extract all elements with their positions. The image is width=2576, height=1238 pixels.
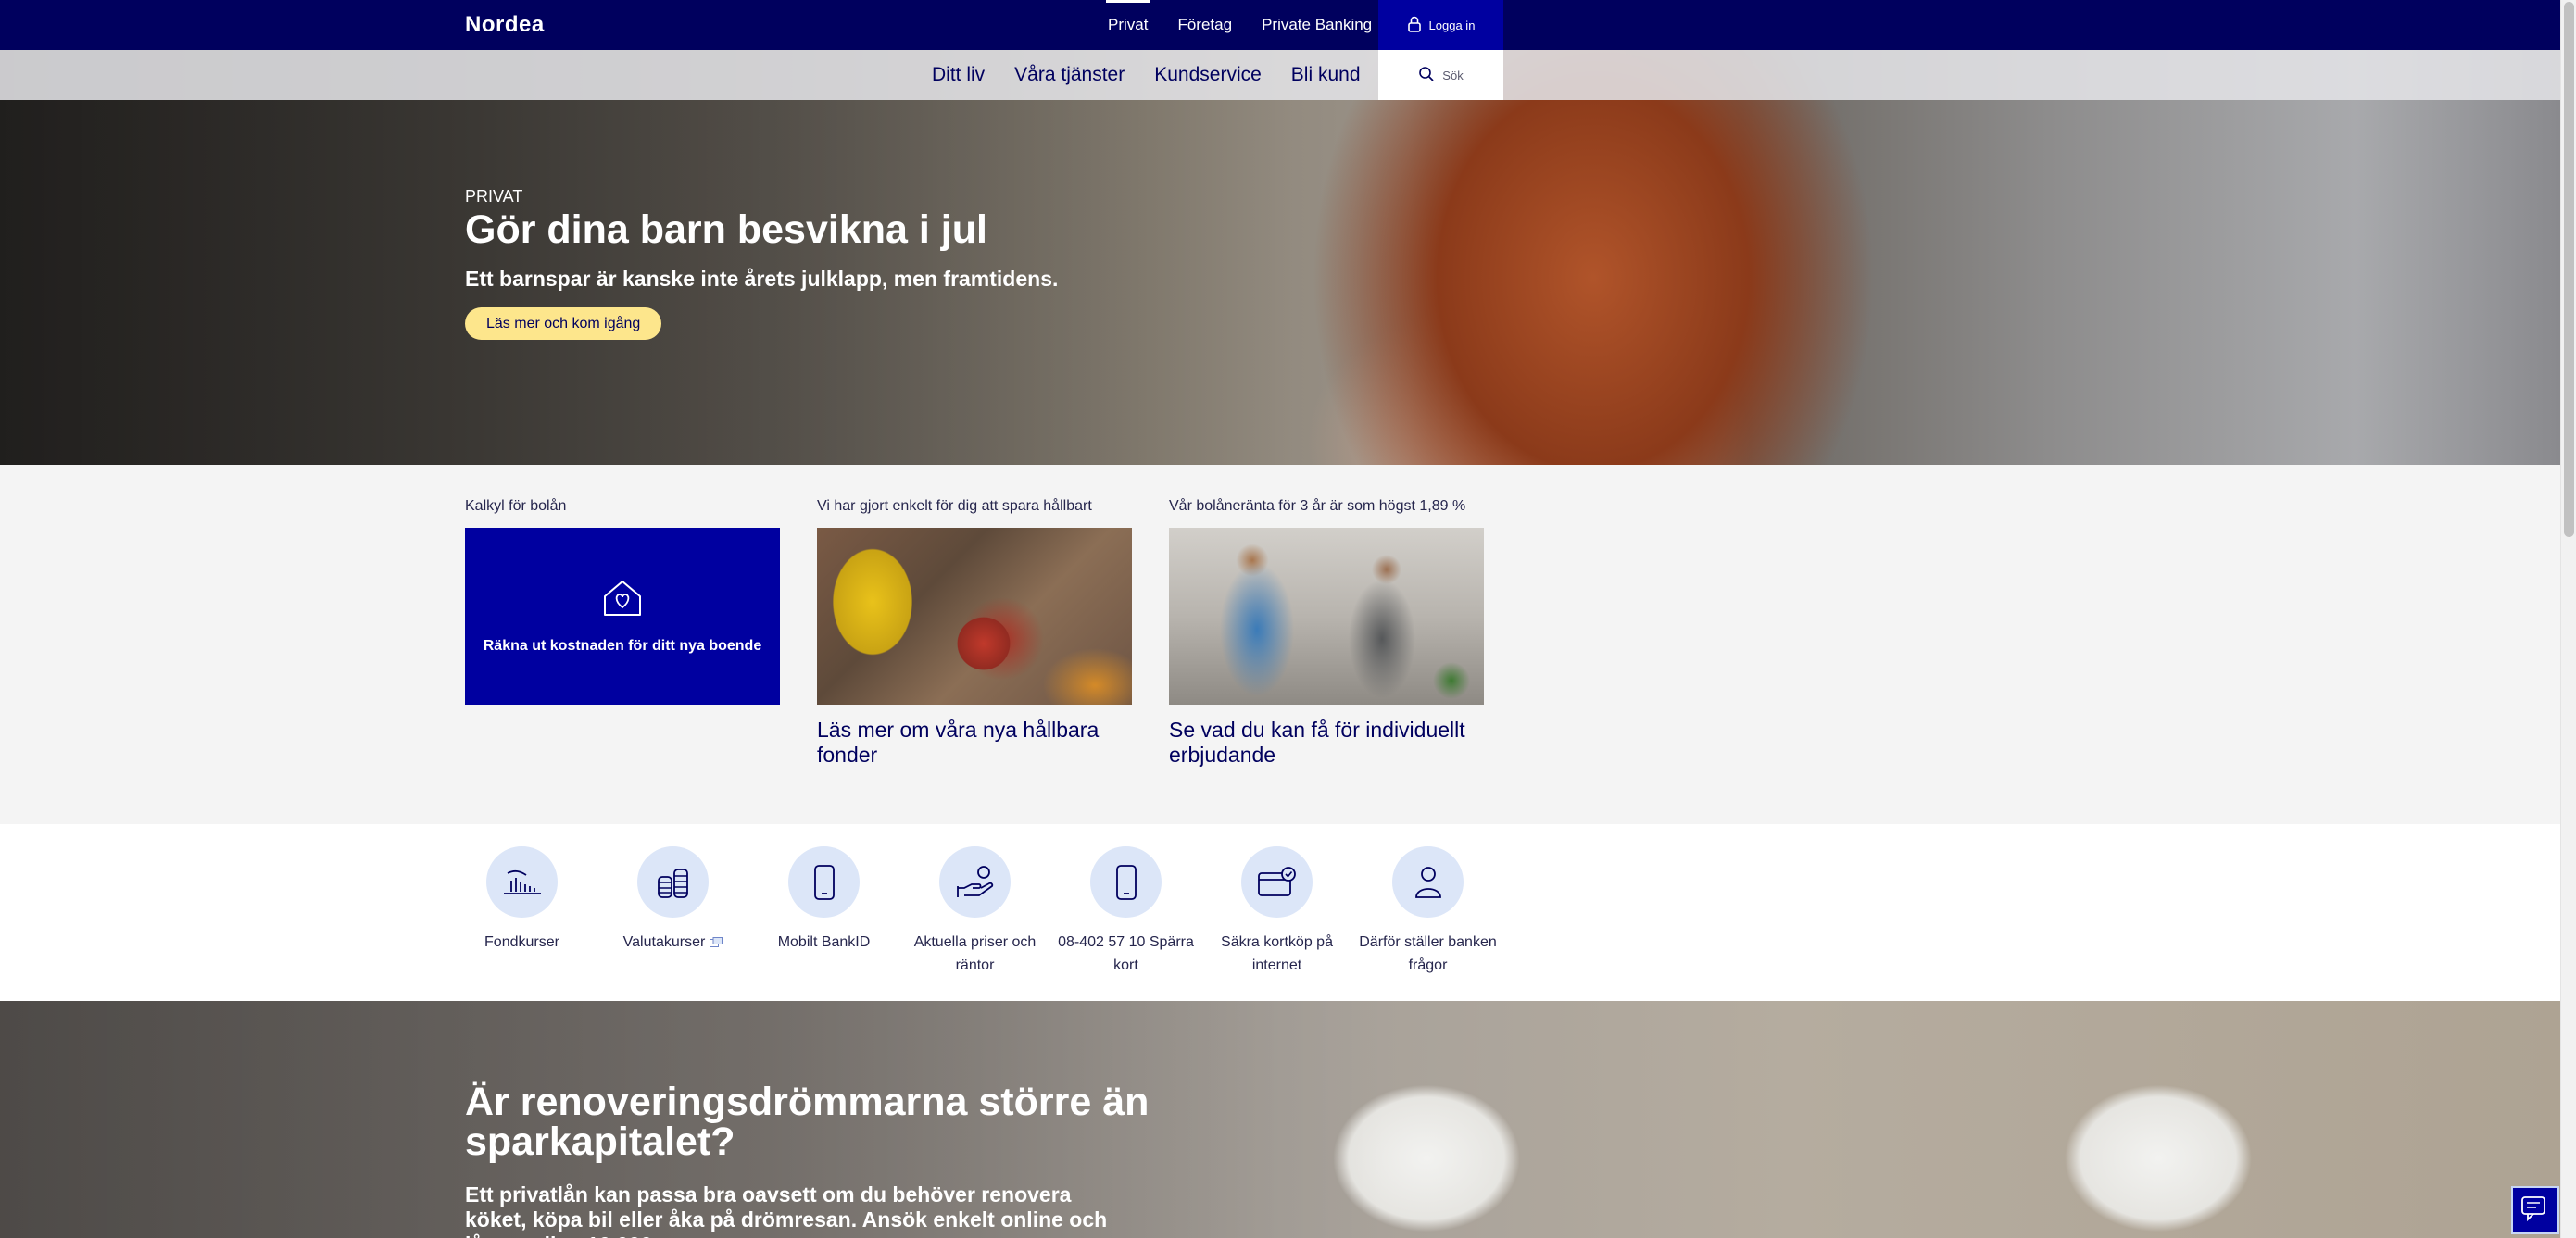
person-icon (1392, 846, 1464, 918)
nav-link-bli-kund[interactable]: Bli kund (1276, 50, 1376, 100)
personal-loan-banner: Är renoveringsdrömmarna större än sparka… (0, 1001, 2560, 1238)
nordea-logo[interactable]: Nordea (465, 12, 545, 38)
segment-link-foretag[interactable]: Företag (1162, 0, 1247, 50)
hand-coin-icon (939, 846, 1011, 918)
nav-link-vara-tjanster[interactable]: Våra tjänster (999, 50, 1139, 100)
quick-link-banken-fragor[interactable]: Därför ställer banken frågor (1356, 846, 1500, 977)
quick-link-priser-rantor[interactable]: Aktuella priser och räntor (903, 846, 1047, 977)
banner-subtitle: Ett privatlån kan passa bra oavsett om d… (465, 1182, 1108, 1238)
quick-link-text: Valutakurser (622, 934, 706, 950)
chat-icon (2520, 1194, 2550, 1227)
card-title-link[interactable]: Se vad du kan få för individuellt erbjud… (1169, 718, 1484, 768)
house-heart-icon (601, 578, 644, 623)
search-label: Sök (1442, 68, 1464, 82)
quick-link-sparra-kort[interactable]: 08-402 57 10 Spärra kort (1054, 846, 1198, 977)
login-label: Logga in (1428, 18, 1476, 32)
scrollbar-thumb[interactable] (2564, 2, 2574, 537)
card-mortgage-calculator: Kalkyl för bolån Räkna ut kostnaden för … (465, 498, 780, 705)
card-label: Kalkyl för bolån (465, 498, 567, 514)
chart-hand-icon (486, 846, 558, 918)
quick-link-label: Aktuella priser och räntor (913, 934, 1037, 973)
quick-link-fondkurser[interactable]: Fondkurser (450, 846, 594, 954)
quick-link-sakra-kortkop[interactable]: Säkra kortköp på internet (1205, 846, 1349, 977)
quick-link-label: Mobilt BankID (777, 934, 871, 950)
main-nav: Ditt liv Våra tjänster Kundservice Bli k… (0, 50, 2560, 100)
card-image-couple-kitchen[interactable] (1169, 528, 1484, 705)
nav-link-ditt-liv[interactable]: Ditt liv (917, 50, 999, 100)
card-sustainable-funds[interactable]: Vi har gjort enkelt för dig att spara hå… (817, 498, 1132, 768)
quick-link-label: Valutakurser (623, 931, 723, 954)
card-check-icon (1241, 846, 1313, 918)
card-label: Vi har gjort enkelt för dig att spara hå… (817, 498, 1092, 514)
quick-link-mobilt-bankid[interactable]: Mobilt BankID (752, 846, 896, 954)
banner-title: Är renoveringsdrömmarna större än sparka… (465, 1080, 1150, 1164)
hero-cta-button[interactable]: Läs mer och kom igång (465, 307, 662, 340)
quick-links: Fondkurser Valutakurser Mobilt BankID Ak… (0, 824, 2560, 1001)
mortgage-calculator-text: Räkna ut kostnaden för ditt nya boende (483, 638, 762, 654)
hero-subtitle: Ett barnspar är kanske inte årets julkla… (465, 267, 1059, 291)
nav-link-kundservice[interactable]: Kundservice (1139, 50, 1276, 100)
card-label: Vår bolåneränta för 3 år är som högst 1,… (1169, 498, 1466, 514)
main-nav-links: Ditt liv Våra tjänster Kundservice Bli k… (917, 50, 1376, 100)
chat-button[interactable] (2511, 1186, 2559, 1234)
search-button[interactable]: Sök (1378, 50, 1503, 100)
mobile-icon (1090, 846, 1162, 918)
quick-link-label: Därför ställer banken frågor (1359, 934, 1497, 973)
segment-link-private-banking[interactable]: Private Banking (1247, 0, 1387, 50)
search-icon (1418, 66, 1435, 85)
quick-link-valutakurser[interactable]: Valutakurser (601, 846, 745, 954)
card-image-apple-basket[interactable] (817, 528, 1132, 705)
card-title-link[interactable]: Läs mer om våra nya hållbara fonder (817, 718, 1132, 768)
coins-icon (637, 846, 709, 918)
segment-nav: Privat Företag Private Banking (1093, 0, 1387, 50)
mortgage-calculator-button[interactable]: Räkna ut kostnaden för ditt nya boende (465, 528, 780, 705)
segment-link-privat[interactable]: Privat (1093, 0, 1162, 50)
quick-link-label: Fondkurser (484, 934, 559, 950)
quick-link-label: Säkra kortköp på internet (1221, 934, 1333, 973)
hero-title: Gör dina barn besvikna i jul (465, 207, 987, 252)
lock-icon (1407, 16, 1422, 35)
external-link-icon (710, 937, 723, 948)
hero-eyebrow: PRIVAT (465, 187, 523, 206)
page-scrollbar[interactable] (2560, 0, 2576, 1238)
card-mortgage-rate[interactable]: Vår bolåneränta för 3 år är som högst 1,… (1169, 498, 1484, 768)
page: PRIVAT Gör dina barn besvikna i jul Ett … (0, 0, 2560, 1238)
top-bar: Nordea Privat Företag Private Banking Lo… (0, 0, 2560, 50)
promo-cards: Kalkyl för bolån Räkna ut kostnaden för … (0, 465, 2560, 824)
login-button[interactable]: Logga in (1378, 0, 1503, 50)
mobile-icon (788, 846, 860, 918)
quick-link-label: 08-402 57 10 Spärra kort (1058, 934, 1194, 973)
